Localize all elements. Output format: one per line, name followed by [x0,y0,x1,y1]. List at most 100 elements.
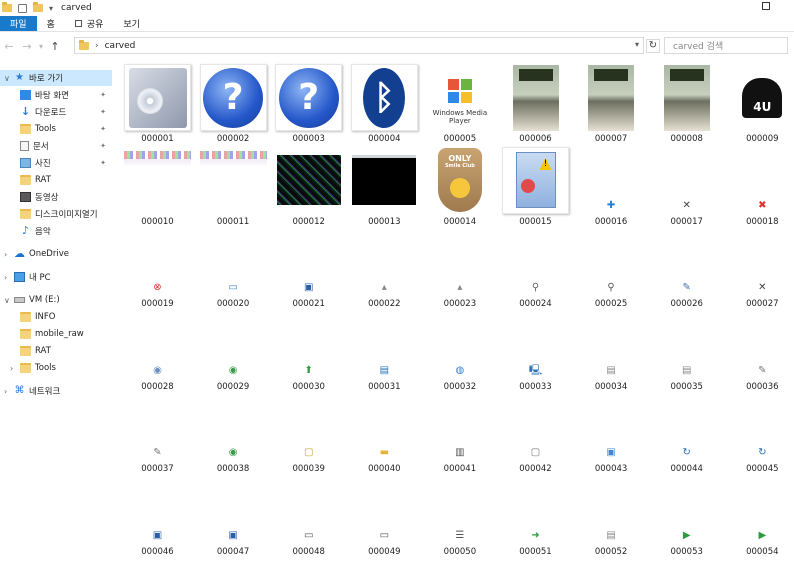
sidebar-item[interactable]: › Tools [0,360,112,376]
file-item[interactable]: ◍ 000032 [422,308,497,392]
file-item[interactable]: ▴ 000022 [347,225,422,309]
file-item[interactable]: ⬆ 000030 [271,308,346,392]
sidebar-item[interactable]: ♪ 음악 [0,223,112,239]
file-item[interactable]: ▤ 000052 [574,473,649,557]
address-bar[interactable]: › carved ▾ [74,37,644,54]
file-item[interactable]: 000010 [120,143,195,227]
file-item[interactable]: ↻ 000044 [649,390,724,474]
file-item[interactable]: 4U 000009 [725,60,794,144]
file-item[interactable]: 000013 [347,143,422,227]
chevron-right-icon[interactable]: › [95,41,99,51]
file-item[interactable]: ▭ 000020 [196,225,271,309]
file-item[interactable]: ? 000002 [196,60,271,144]
tab-file[interactable]: 파일 [0,16,37,31]
file-item[interactable]: ▭ 000049 [347,473,422,557]
up-button[interactable]: ↑ [46,40,64,53]
sidebar-item[interactable]: 사진 ✦ [0,155,112,171]
refresh-button[interactable]: ↻ [646,39,660,53]
properties-icon[interactable] [18,3,27,13]
file-item[interactable]: ✖ 000018 [725,143,794,227]
sidebar-item[interactable]: 문서 ✦ [0,138,112,154]
file-item[interactable]: ▢ 000039 [271,390,346,474]
pin-icon[interactable]: ✦ [100,125,106,133]
file-item[interactable]: Windows Media Player 000005 [422,60,497,144]
file-item[interactable]: 000007 [574,60,649,144]
file-item[interactable]: ✎ 000037 [120,390,195,474]
sidebar-item[interactable]: RAT [0,172,112,188]
sidebar-item-onedrive[interactable]: › ☁ OneDrive [0,246,112,262]
chevron-down-icon[interactable]: ▾ [635,40,639,49]
forward-button[interactable]: → [18,40,36,53]
chevron-right-icon[interactable]: › [4,250,7,259]
address-path[interactable]: carved [105,41,136,51]
file-item[interactable]: ▤ 000035 [649,308,724,392]
tab-home[interactable]: 홈 [37,16,65,31]
sidebar-item[interactable]: RAT [0,343,112,359]
pin-icon[interactable]: ✦ [100,159,106,167]
file-item[interactable]: ◉ 000029 [196,308,271,392]
sidebar-item-this-pc[interactable]: › 내 PC [0,269,112,285]
file-item[interactable]: 000001 [120,60,195,144]
sidebar-item-drive[interactable]: ∨ VM (E:) [0,292,112,308]
sidebar-item-quick-access[interactable]: ∨ ★ 바로 가기 [0,70,112,86]
sidebar-item[interactable]: INFO [0,309,112,325]
sidebar-item[interactable]: 디스크이미지열기 [0,206,112,222]
search-input[interactable]: carved 검색 [664,37,788,54]
file-item[interactable]: ▢ 000042 [498,390,573,474]
file-item[interactable]: ☰ 000050 [422,473,497,557]
file-item[interactable]: ▶ 000054 [725,473,794,557]
file-item[interactable]: ▬ 000040 [347,390,422,474]
file-item[interactable]: 🖳 000033 [498,308,573,392]
sidebar-item[interactable]: mobile_raw [0,326,112,342]
restore-button[interactable] [762,2,770,10]
file-item[interactable]: ⚲ 000024 [498,225,573,309]
sidebar-item[interactable]: ↓ 다운로드 ✦ [0,104,112,120]
file-item[interactable]: ✎ 000026 [649,225,724,309]
file-item[interactable]: ✎ 000036 [725,308,794,392]
pin-icon[interactable]: ✦ [100,108,106,116]
file-item[interactable]: ⚲ 000025 [574,225,649,309]
pin-icon[interactable]: ✦ [100,91,106,99]
sidebar-item[interactable]: 동영상 [0,189,112,205]
file-item[interactable]: ▶ 000053 [649,473,724,557]
file-item[interactable]: ▣ 000021 [271,225,346,309]
file-item[interactable]: ✕ 000017 [649,143,724,227]
file-item[interactable]: 000015 [498,143,573,227]
file-item[interactable]: ▤ 000034 [574,308,649,392]
file-item[interactable]: 000011 [196,143,271,227]
file-item[interactable]: ➜ 000051 [498,473,573,557]
file-item[interactable]: ▴ 000023 [422,225,497,309]
pin-icon[interactable]: ✦ [100,142,106,150]
file-item[interactable]: 000012 [271,143,346,227]
back-button[interactable]: ← [0,40,18,53]
chevron-right-icon[interactable]: › [10,364,13,373]
file-item[interactable]: ▤ 000031 [347,308,422,392]
file-item[interactable]: 000008 [649,60,724,144]
file-item[interactable]: ? 000003 [271,60,346,144]
sidebar-item-network[interactable]: › ⌘ 네트워크 [0,383,112,399]
file-item[interactable]: ✕ 000027 [725,225,794,309]
tab-view[interactable]: 보기 [113,16,150,31]
recent-locations-button[interactable]: ▾ [36,42,46,51]
chevron-down-icon[interactable]: ∨ [4,74,10,83]
new-folder-icon[interactable] [33,2,43,12]
file-item[interactable]: ✚ 000016 [574,143,649,227]
sidebar-item[interactable]: Tools ✦ [0,121,112,137]
chevron-down-icon[interactable]: ∨ [4,296,10,305]
customize-toolbar-icon[interactable]: ▾ [49,4,53,13]
file-item[interactable]: ▣ 000043 [574,390,649,474]
file-item[interactable]: ▥ 000041 [422,390,497,474]
sidebar-item[interactable]: 바탕 화면 ✦ [0,87,112,103]
file-item[interactable]: ▣ 000046 [120,473,195,557]
file-item[interactable]: ◉ 000038 [196,390,271,474]
tab-share[interactable]: 공유 [65,16,114,31]
file-item[interactable]: ▭ 000048 [271,473,346,557]
chevron-right-icon[interactable]: › [4,387,7,396]
file-item[interactable]: ◉ 000028 [120,308,195,392]
file-item[interactable]: ONLY Smile Club 000014 [422,143,497,227]
chevron-right-icon[interactable]: › [4,273,7,282]
file-item[interactable]: ᛒ 000004 [347,60,422,144]
file-item[interactable]: ⊗ 000019 [120,225,195,309]
file-item[interactable]: ↻ 000045 [725,390,794,474]
file-item[interactable]: ▣ 000047 [196,473,271,557]
